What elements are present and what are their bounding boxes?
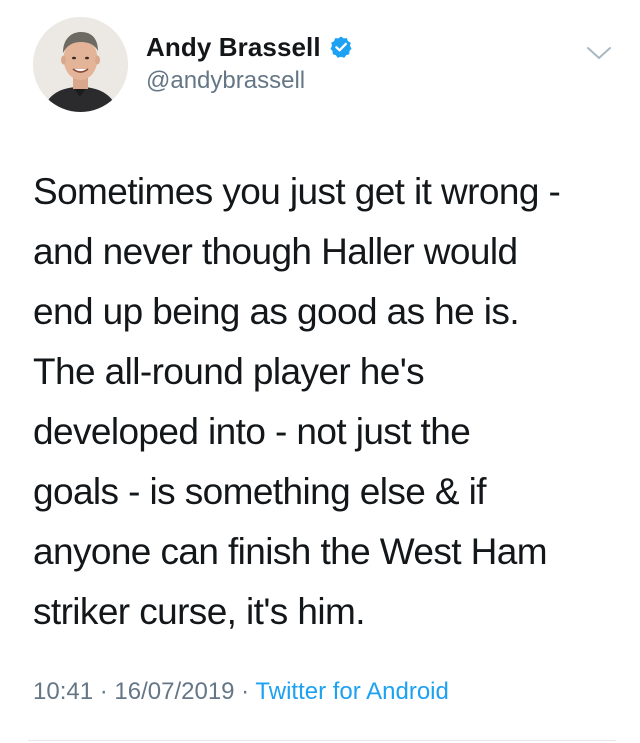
tweet-metadata: 10:41 · 16/07/2019 · Twitter for Android — [33, 678, 449, 706]
tweet-date[interactable]: 16/07/2019 — [114, 678, 234, 705]
avatar[interactable] — [33, 17, 128, 112]
avatar-image — [33, 17, 128, 112]
divider — [28, 740, 616, 741]
tweet-source-link[interactable]: Twitter for Android — [255, 678, 448, 705]
tweet-time[interactable]: 10:41 — [33, 678, 93, 705]
tweet-card: Andy Brassell @andybrassell Sometimes yo… — [0, 0, 640, 743]
meta-separator: · — [93, 678, 115, 705]
verified-badge-icon — [329, 35, 353, 59]
handle[interactable]: @andybrassell — [146, 67, 353, 95]
tweet-text: Sometimes you just get it wrong - and ne… — [33, 171, 561, 632]
chevron-down-icon[interactable] — [586, 45, 612, 61]
tweet-header: Andy Brassell @andybrassell — [33, 17, 618, 113]
author-names: Andy Brassell @andybrassell — [146, 31, 353, 95]
meta-separator: · — [234, 678, 256, 705]
display-name-row: Andy Brassell — [146, 31, 353, 63]
display-name[interactable]: Andy Brassell — [146, 32, 321, 63]
